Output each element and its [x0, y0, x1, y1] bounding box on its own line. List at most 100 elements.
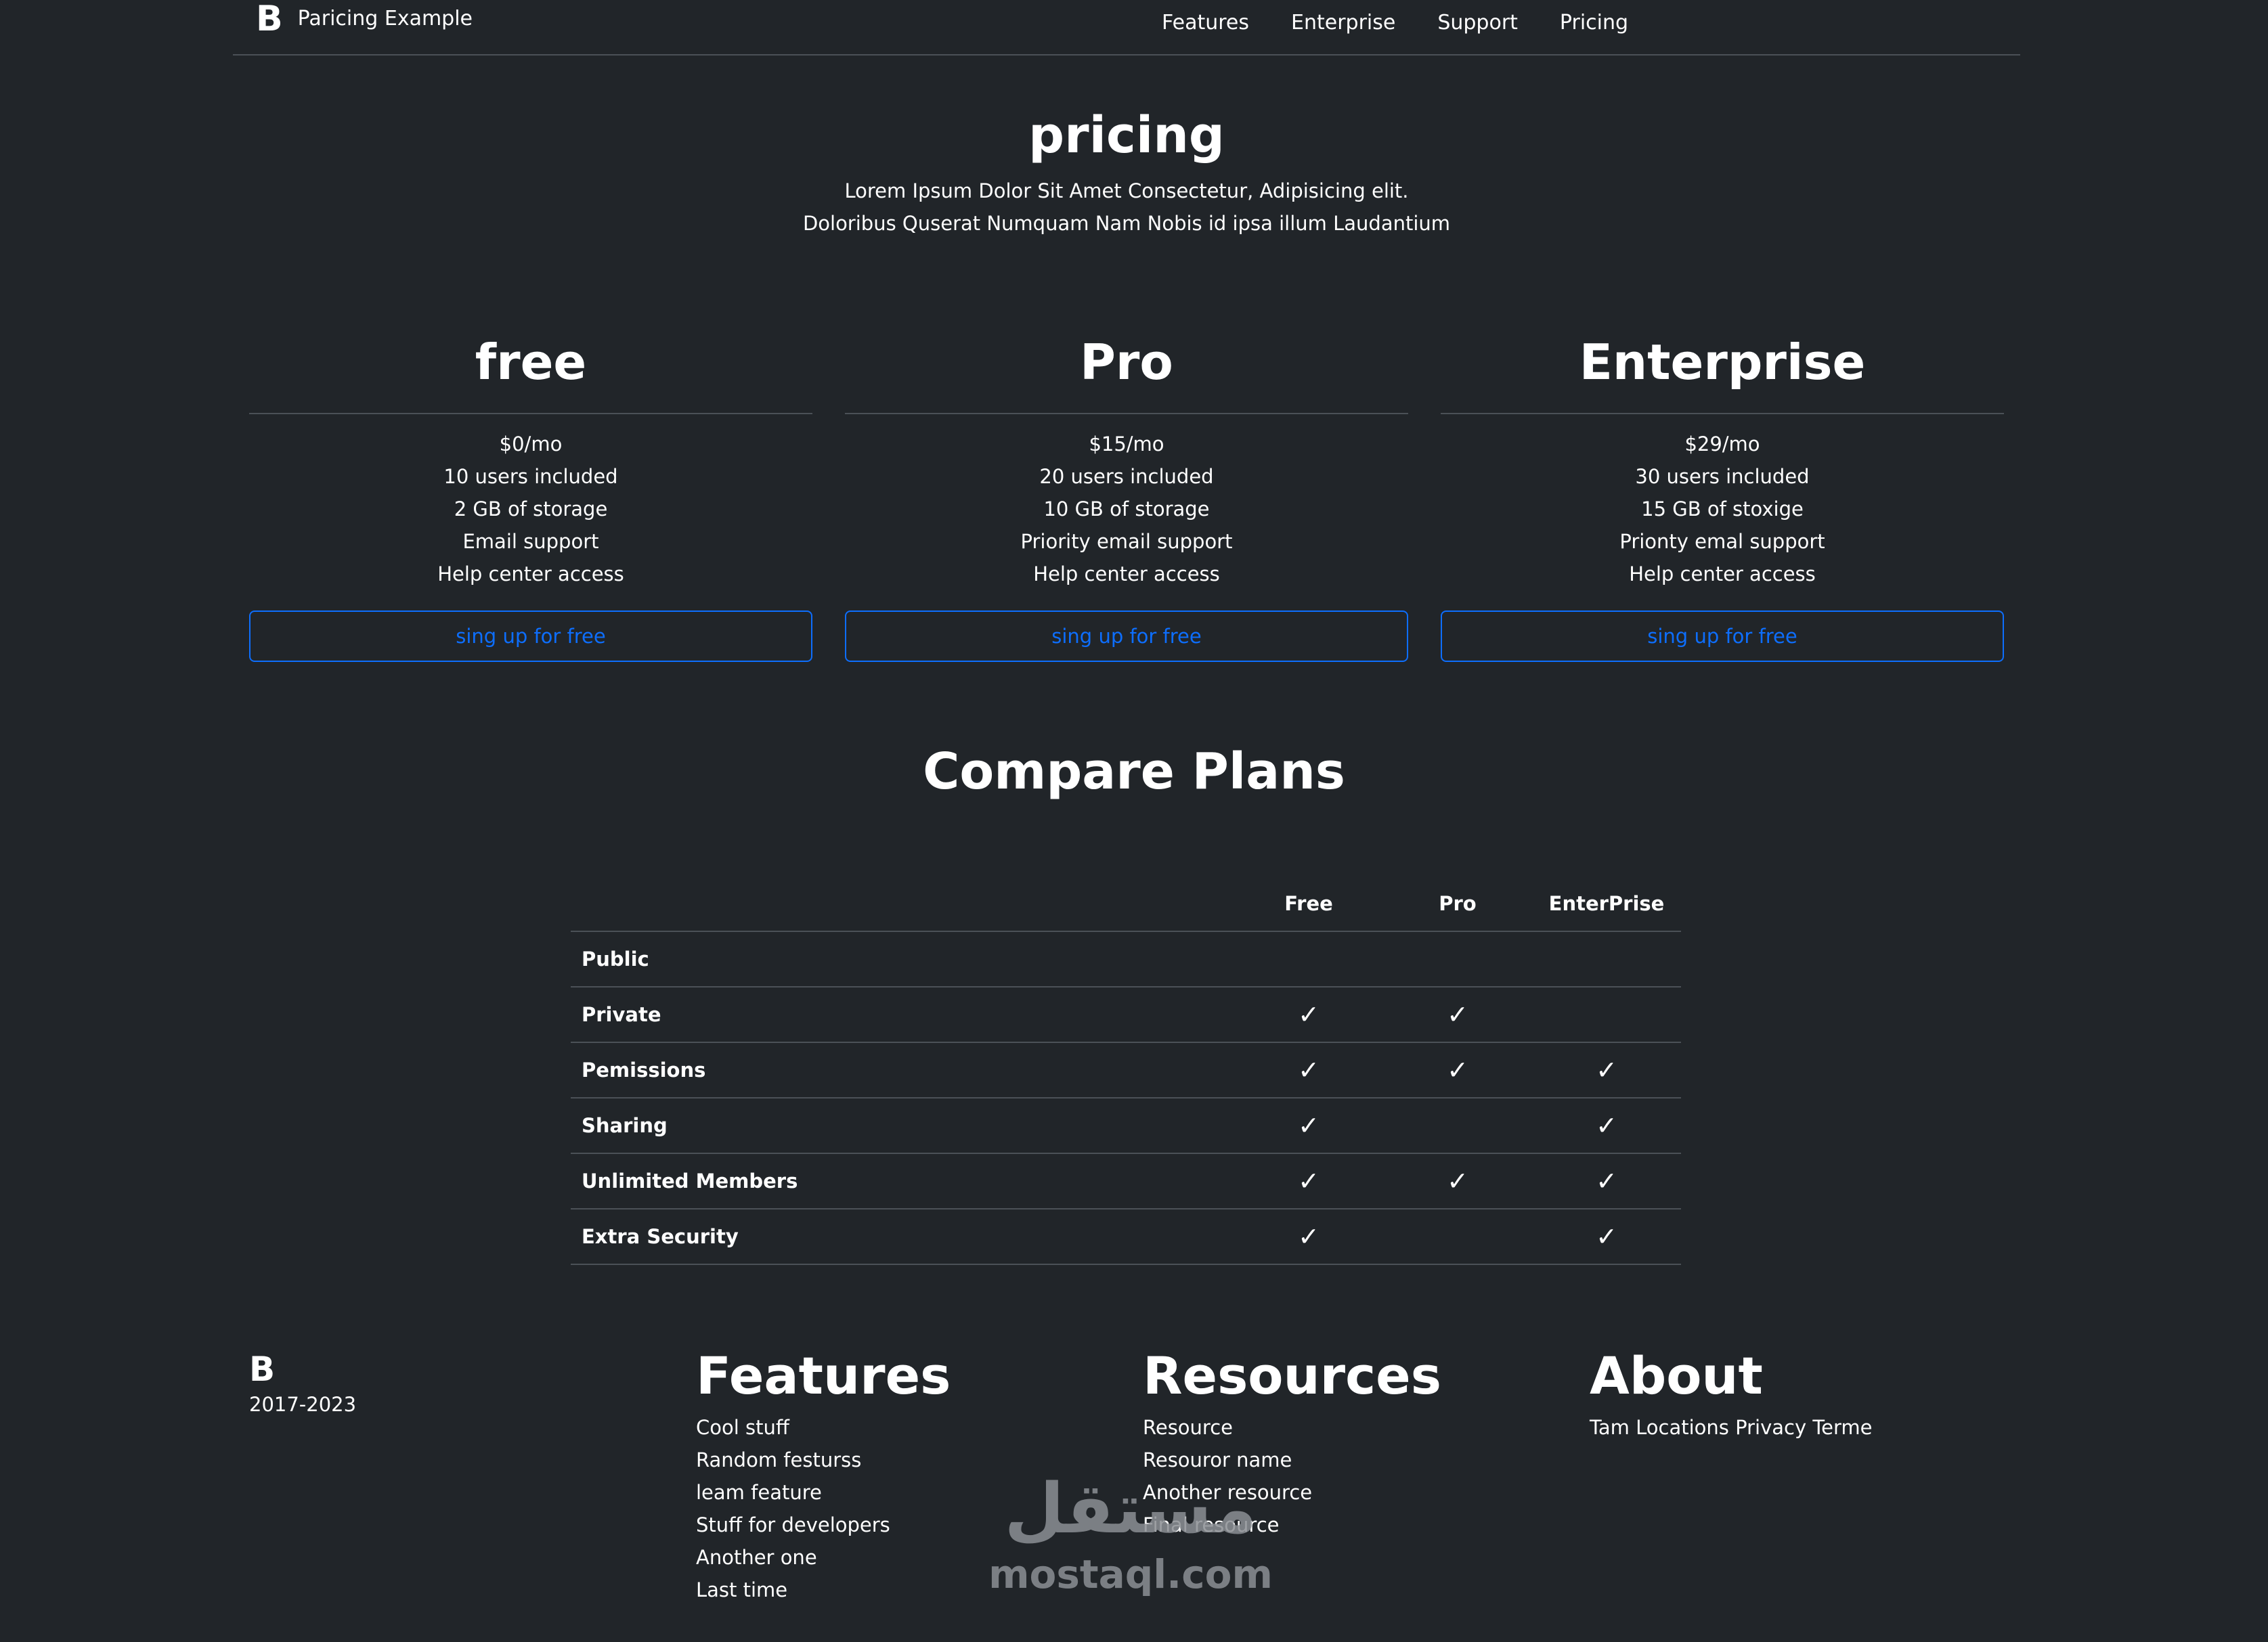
brand-logo[interactable]: B	[256, 1, 283, 37]
compare-title: Compare Plans	[923, 742, 1345, 801]
check-icon: ✓	[1298, 999, 1320, 1029]
plan-feature: 15 GB of stoxige	[1641, 497, 1804, 520]
plan-feature: Help center access	[437, 562, 624, 585]
plan-feature: 30 users included	[1635, 465, 1810, 488]
plan-feature: Help center access	[1033, 562, 1220, 585]
compare-row-label: Pemissions	[571, 1042, 1234, 1099]
compare-row: Extra Security ✓ ✓	[571, 1209, 1681, 1265]
pricing-card-pro: Pro $15/mo 20 users included 10 GB of st…	[845, 318, 1408, 662]
footer-link[interactable]: Last time	[696, 1574, 951, 1606]
plan-feature: Priority email support	[1020, 530, 1233, 553]
compare-cell-free: ✓	[1234, 1042, 1383, 1099]
check-icon: ✓	[1447, 1166, 1468, 1196]
check-icon: ✓	[1298, 1055, 1320, 1085]
plan-name: free	[249, 318, 812, 414]
signup-button-enterprise[interactable]: sing up for free	[1441, 611, 2004, 662]
page-title: pricing	[1028, 106, 1225, 164]
footer-col-features: Features Cool stuff Random festurss leam…	[696, 1344, 951, 1606]
copyright: 2017-2023	[249, 1393, 357, 1416]
site-footer: B 2017-2023 Features Cool stuff Random f…	[233, 1344, 2020, 1628]
plan-feature: 20 users included	[1039, 465, 1214, 488]
footer-brand: B 2017-2023	[249, 1344, 356, 1421]
compare-cell-free: ✓	[1234, 1098, 1383, 1154]
nav-link-enterprise[interactable]: Enterprise	[1291, 11, 1395, 35]
brand[interactable]: B Paricing Example	[256, 1, 473, 37]
compare-cell-free: ✓	[1234, 987, 1383, 1043]
compare-col-pro: Pro	[1383, 877, 1532, 932]
brand-name[interactable]: Paricing Example	[298, 1, 473, 37]
compare-cell-enterprise: ✓	[1532, 1042, 1681, 1099]
plan-price: $29/mo	[1684, 432, 1760, 456]
plan-feature: Prionty emal support	[1619, 530, 1825, 553]
compare-cell-enterprise: ✓	[1532, 1098, 1681, 1154]
pricing-card-free: free $0/mo 10 users included 2 GB of sto…	[249, 318, 812, 662]
compare-cell-pro	[1383, 1209, 1532, 1265]
nav-link-support[interactable]: Support	[1437, 11, 1518, 35]
signup-button-pro[interactable]: sing up for free	[845, 611, 1408, 662]
footer-heading-about: About	[1590, 1346, 1763, 1406]
compare-cell-enterprise	[1532, 931, 1681, 988]
plan-feature: 10 users included	[443, 465, 618, 488]
check-icon: ✓	[1596, 1055, 1617, 1085]
compare-col-enterprise: EnterPrise	[1532, 877, 1681, 932]
footer-link[interactable]: leam feature	[696, 1476, 951, 1509]
compare-cell-free: ✓	[1234, 1209, 1383, 1265]
compare-body: Public Private ✓ ✓ Pemissions ✓ ✓ ✓ Sharing ✓ ✓ Unl…	[571, 931, 1681, 1265]
footer-heading-resources: Resources	[1143, 1346, 1441, 1406]
check-icon: ✓	[1298, 1221, 1320, 1251]
footer-link[interactable]: Tam Locations Privacy Terme	[1590, 1411, 1872, 1444]
footer-link[interactable]: Random festurss	[696, 1444, 951, 1476]
plan-feature: Help center access	[1629, 562, 1816, 585]
plan-price: $0/mo	[499, 432, 563, 456]
signup-button-free[interactable]: sing up for free	[249, 611, 812, 662]
check-icon: ✓	[1596, 1110, 1617, 1140]
compare-row: Public	[571, 931, 1681, 988]
plan-name: Pro	[845, 318, 1408, 414]
plan-feature-list: $0/mo 10 users included 2 GB of storage …	[249, 428, 812, 590]
top-nav: Features Enterprise Support Pricing	[1162, 11, 1628, 35]
compare-row-label: Sharing	[571, 1098, 1234, 1154]
compare-header-row: Free Pro EnterPrise	[571, 877, 1681, 932]
plan-feature: Email support	[462, 530, 599, 553]
footer-link[interactable]: Another one	[696, 1541, 951, 1574]
footer-resources-list: Resource Resouror name Another resource …	[1143, 1411, 1441, 1541]
footer-link[interactable]: Resource	[1143, 1411, 1441, 1444]
pricing-card-enterprise: Enterprise $29/mo 30 users included 15 G…	[1441, 318, 2004, 662]
footer-link[interactable]: Stuff for developers	[696, 1509, 951, 1541]
footer-link[interactable]: Cool stuff	[696, 1411, 951, 1444]
footer-link[interactable]: Another resource	[1143, 1476, 1441, 1509]
compare-table: Free Pro EnterPrise Public Private ✓ ✓ Pemis…	[571, 877, 1681, 1265]
compare-row-label: Public	[571, 931, 1234, 988]
plan-feature-list: $15/mo 20 users included 10 GB of storag…	[845, 428, 1408, 590]
compare-feature-header	[571, 877, 1234, 932]
nav-link-features[interactable]: Features	[1162, 11, 1249, 35]
compare-cell-free	[1234, 931, 1383, 988]
compare-cell-pro	[1383, 1098, 1532, 1154]
footer-features-list: Cool stuff Random festurss leam feature …	[696, 1411, 951, 1606]
nav-link-pricing[interactable]: Pricing	[1560, 11, 1628, 35]
compare-cell-pro: ✓	[1383, 987, 1532, 1043]
compare-cell-free: ✓	[1234, 1153, 1383, 1210]
footer-col-resources: Resources Resource Resouror name Another…	[1143, 1344, 1441, 1541]
hero-subtitle-line-2: Doloribus Quserat Numquam Nam Nobis id i…	[802, 212, 1451, 235]
check-icon: ✓	[1596, 1221, 1617, 1251]
check-icon: ✓	[1298, 1110, 1320, 1140]
plan-price: $15/mo	[1089, 432, 1164, 456]
compare-cell-enterprise: ✓	[1532, 1209, 1681, 1265]
compare-row: Pemissions ✓ ✓ ✓	[571, 1042, 1681, 1099]
footer-link[interactable]: Resouror name	[1143, 1444, 1441, 1476]
compare-cell-pro	[1383, 931, 1532, 988]
plan-feature: 2 GB of storage	[454, 497, 608, 520]
footer-col-about: About Tam Locations Privacy Terme	[1590, 1344, 1872, 1444]
check-icon: ✓	[1596, 1166, 1617, 1196]
plan-feature-list: $29/mo 30 users included 15 GB of stoxig…	[1441, 428, 2004, 590]
check-icon: ✓	[1447, 1055, 1468, 1085]
hero-subtitle: Lorem Ipsum Dolor Sit Amet Consectetur, …	[233, 175, 2020, 240]
compare-row: Private ✓ ✓	[571, 987, 1681, 1043]
compare-cell-enterprise: ✓	[1532, 1153, 1681, 1210]
compare-row-label: Private	[571, 987, 1234, 1043]
plan-name: Enterprise	[1441, 318, 2004, 414]
footer-link[interactable]: Final resource	[1143, 1509, 1441, 1541]
compare-cell-pro: ✓	[1383, 1042, 1532, 1099]
compare-row-label: Extra Security	[571, 1209, 1234, 1265]
